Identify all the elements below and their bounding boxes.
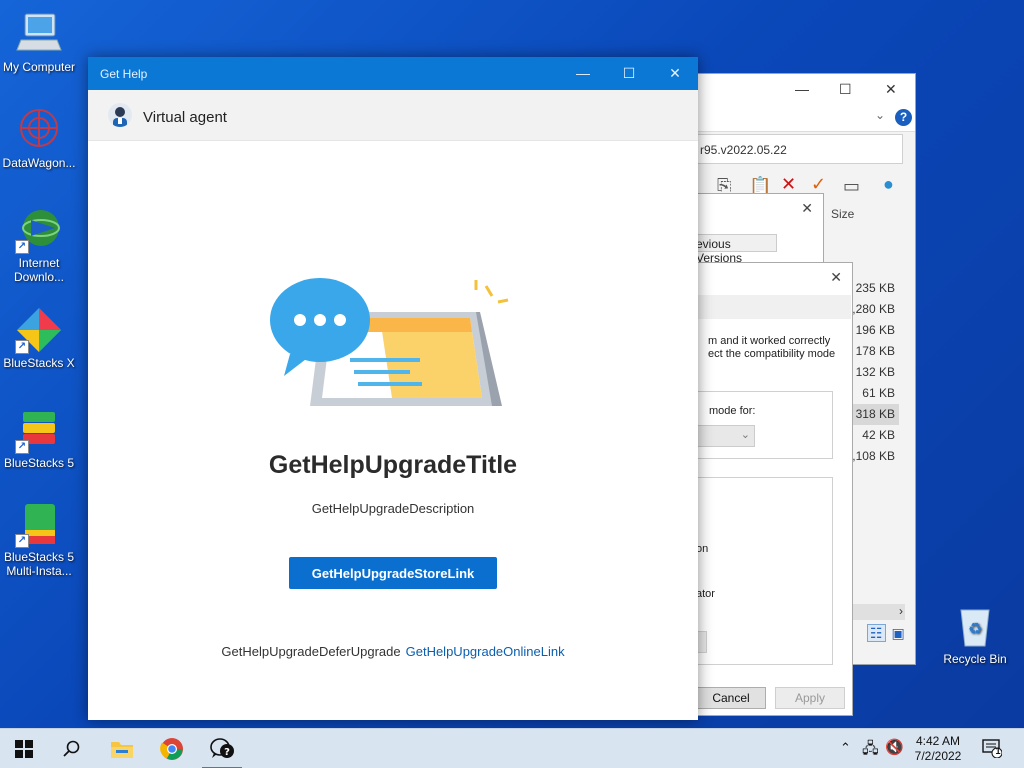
minimize-icon[interactable]: —	[795, 81, 809, 97]
notification-button[interactable]: 1	[982, 738, 1004, 768]
dialog-tab-strip	[691, 295, 851, 319]
computer-icon	[15, 10, 63, 58]
horizontal-scrollbar[interactable]: ›	[851, 604, 905, 620]
search-button[interactable]	[48, 729, 96, 768]
view-toggle: ☷ ▣	[867, 624, 905, 642]
compat-text-line-2: ect the compatibility mode	[708, 348, 836, 360]
desktop-icon-label: My Computer	[2, 60, 76, 74]
close-icon[interactable]: ✕	[885, 81, 897, 98]
windows-logo-icon	[15, 740, 33, 758]
compat-mode-select[interactable]: ⌄	[691, 425, 755, 447]
cancel-button[interactable]: Cancel	[696, 687, 766, 709]
tab-previous-versions[interactable]: evious Versions	[691, 234, 777, 265]
taskbar-file-explorer[interactable]	[98, 729, 146, 768]
shortcut-arrow-icon: ↗	[15, 534, 29, 548]
defer-upgrade-text: GetHelpUpgradeDeferUpgrade	[221, 644, 401, 659]
chrome-icon	[160, 738, 183, 760]
window-title: Get Help	[100, 67, 148, 81]
network-icon[interactable]: 🖧	[862, 738, 879, 768]
rename-icon[interactable]: ▭	[843, 176, 860, 197]
upgrade-footer: GetHelpUpgradeDeferUpgrade GetHelpUpgrade…	[88, 644, 698, 659]
bluestacks-multi-instance-icon: ↗	[15, 500, 63, 548]
help-icon[interactable]: ?	[895, 109, 912, 126]
desktop-icon-internet-download[interactable]: ↗ Internet Downlo...	[0, 206, 78, 284]
agent-label: Virtual agent	[143, 109, 227, 126]
explorer-ribbon: ⌄ ?	[691, 106, 915, 132]
clock[interactable]: 4:42 AM 7/2/2022	[908, 734, 968, 764]
shell-icon[interactable]: ●	[883, 174, 894, 195]
settings-groupbox	[691, 477, 833, 665]
details-view-icon[interactable]: ☷	[867, 624, 886, 642]
desktop-icon-label: BlueStacks 5	[3, 456, 75, 470]
apply-button[interactable]: Apply	[775, 687, 845, 709]
desktop-icon-recycle-bin[interactable]: ♻ Recycle Bin	[936, 602, 1014, 666]
get-help-window: Get Help — ☐ ✕ Virtual agent GetHelpUpgr…	[88, 57, 698, 720]
explorer-title-bar: — ☐ ✕	[691, 74, 915, 106]
recycle-bin-icon: ♻	[951, 602, 999, 650]
datawagon-icon	[15, 106, 63, 154]
taskbar-chrome[interactable]	[148, 729, 196, 768]
maximize-icon[interactable]: ☐	[606, 57, 652, 90]
desktop-icon-label: Recycle Bin	[943, 652, 1007, 666]
chevron-down-icon: ⌄	[740, 429, 750, 441]
chevron-up-icon[interactable]: ⌃	[840, 740, 851, 768]
delete-icon[interactable]: ✕	[781, 174, 796, 195]
shortcut-arrow-icon: ↗	[15, 240, 29, 254]
desktop-icon-label: BlueStacks X	[3, 356, 75, 370]
desktop-icon-datawagon[interactable]: DataWagon...	[0, 106, 78, 170]
online-link[interactable]: GetHelpUpgradeOnlineLink	[406, 644, 565, 659]
agent-avatar	[108, 103, 132, 127]
shortcut-arrow-icon: ↗	[15, 440, 29, 454]
column-header-size[interactable]: Size	[831, 207, 854, 221]
svg-text:?: ?	[224, 747, 230, 758]
desktop-icon-label: BlueStacks 5 Multi-Insta...	[3, 550, 75, 578]
taskbar: ? ⌃ 🖧 🔇 4:42 AM 7/2/2022 1	[0, 728, 1024, 768]
shortcut-arrow-icon: ↗	[15, 340, 29, 354]
close-icon[interactable]: ✕	[652, 57, 698, 90]
preview-view-icon[interactable]: ▣	[891, 625, 904, 641]
upgrade-description: GetHelpUpgradeDescription	[311, 501, 475, 516]
upgrade-illustration	[270, 278, 509, 406]
desktop-icon-bluestacks-multi[interactable]: ↗ BlueStacks 5 Multi-Insta...	[0, 500, 78, 578]
desktop-icon-label: DataWagon...	[2, 156, 76, 170]
close-icon[interactable]: ✕	[801, 200, 813, 217]
upgrade-title: GetHelpUpgradeTitle	[268, 451, 518, 479]
get-help-title-bar[interactable]: Get Help — ☐ ✕	[88, 57, 698, 90]
get-help-icon: ?	[210, 738, 234, 758]
setting-option-2[interactable]: ator	[696, 588, 715, 601]
maximize-icon[interactable]: ☐	[839, 81, 852, 98]
properties-dialog: ✕ evious Versions	[690, 193, 824, 273]
volume-muted-icon[interactable]: 🔇	[885, 738, 904, 768]
notification-count: 1	[995, 746, 1001, 756]
address-bar[interactable]: r95.v2022.05.22	[691, 134, 903, 164]
chevron-right-icon[interactable]: ›	[899, 604, 903, 618]
clock-time: 4:42 AM	[915, 734, 961, 748]
check-icon[interactable]: ✓	[811, 174, 826, 195]
taskbar-get-help[interactable]: ?	[198, 729, 246, 768]
virtual-agent-header: Virtual agent	[88, 90, 698, 141]
desktop-icon-bluestacks-x[interactable]: ↗ BlueStacks X	[0, 306, 78, 370]
bluestacks-5-icon: ↗	[15, 406, 63, 454]
minimize-icon[interactable]: —	[560, 57, 606, 90]
compatibility-dialog: ✕ m and it worked correctly ect the comp…	[690, 262, 853, 716]
folder-icon	[111, 742, 133, 758]
compat-mode-label: mode for:	[709, 405, 756, 417]
internet-download-icon: ↗	[15, 206, 63, 254]
svg-text:♻: ♻	[968, 619, 982, 638]
desktop-icon-label: Internet Downlo...	[13, 256, 65, 284]
store-link-button[interactable]: GetHelpUpgradeStoreLink	[289, 557, 497, 589]
desktop-icon-my-computer[interactable]: My Computer	[0, 10, 78, 74]
clock-date: 7/2/2022	[914, 749, 962, 763]
chevron-down-icon[interactable]: ⌄	[875, 108, 885, 122]
desktop-icon-bluestacks-5[interactable]: ↗ BlueStacks 5	[0, 406, 78, 470]
start-button[interactable]	[0, 729, 48, 768]
close-icon[interactable]: ✕	[830, 269, 842, 286]
compat-text-line-1: m and it worked correctly	[708, 335, 831, 347]
search-icon	[63, 740, 80, 757]
bluestacks-x-icon: ↗	[15, 306, 63, 354]
